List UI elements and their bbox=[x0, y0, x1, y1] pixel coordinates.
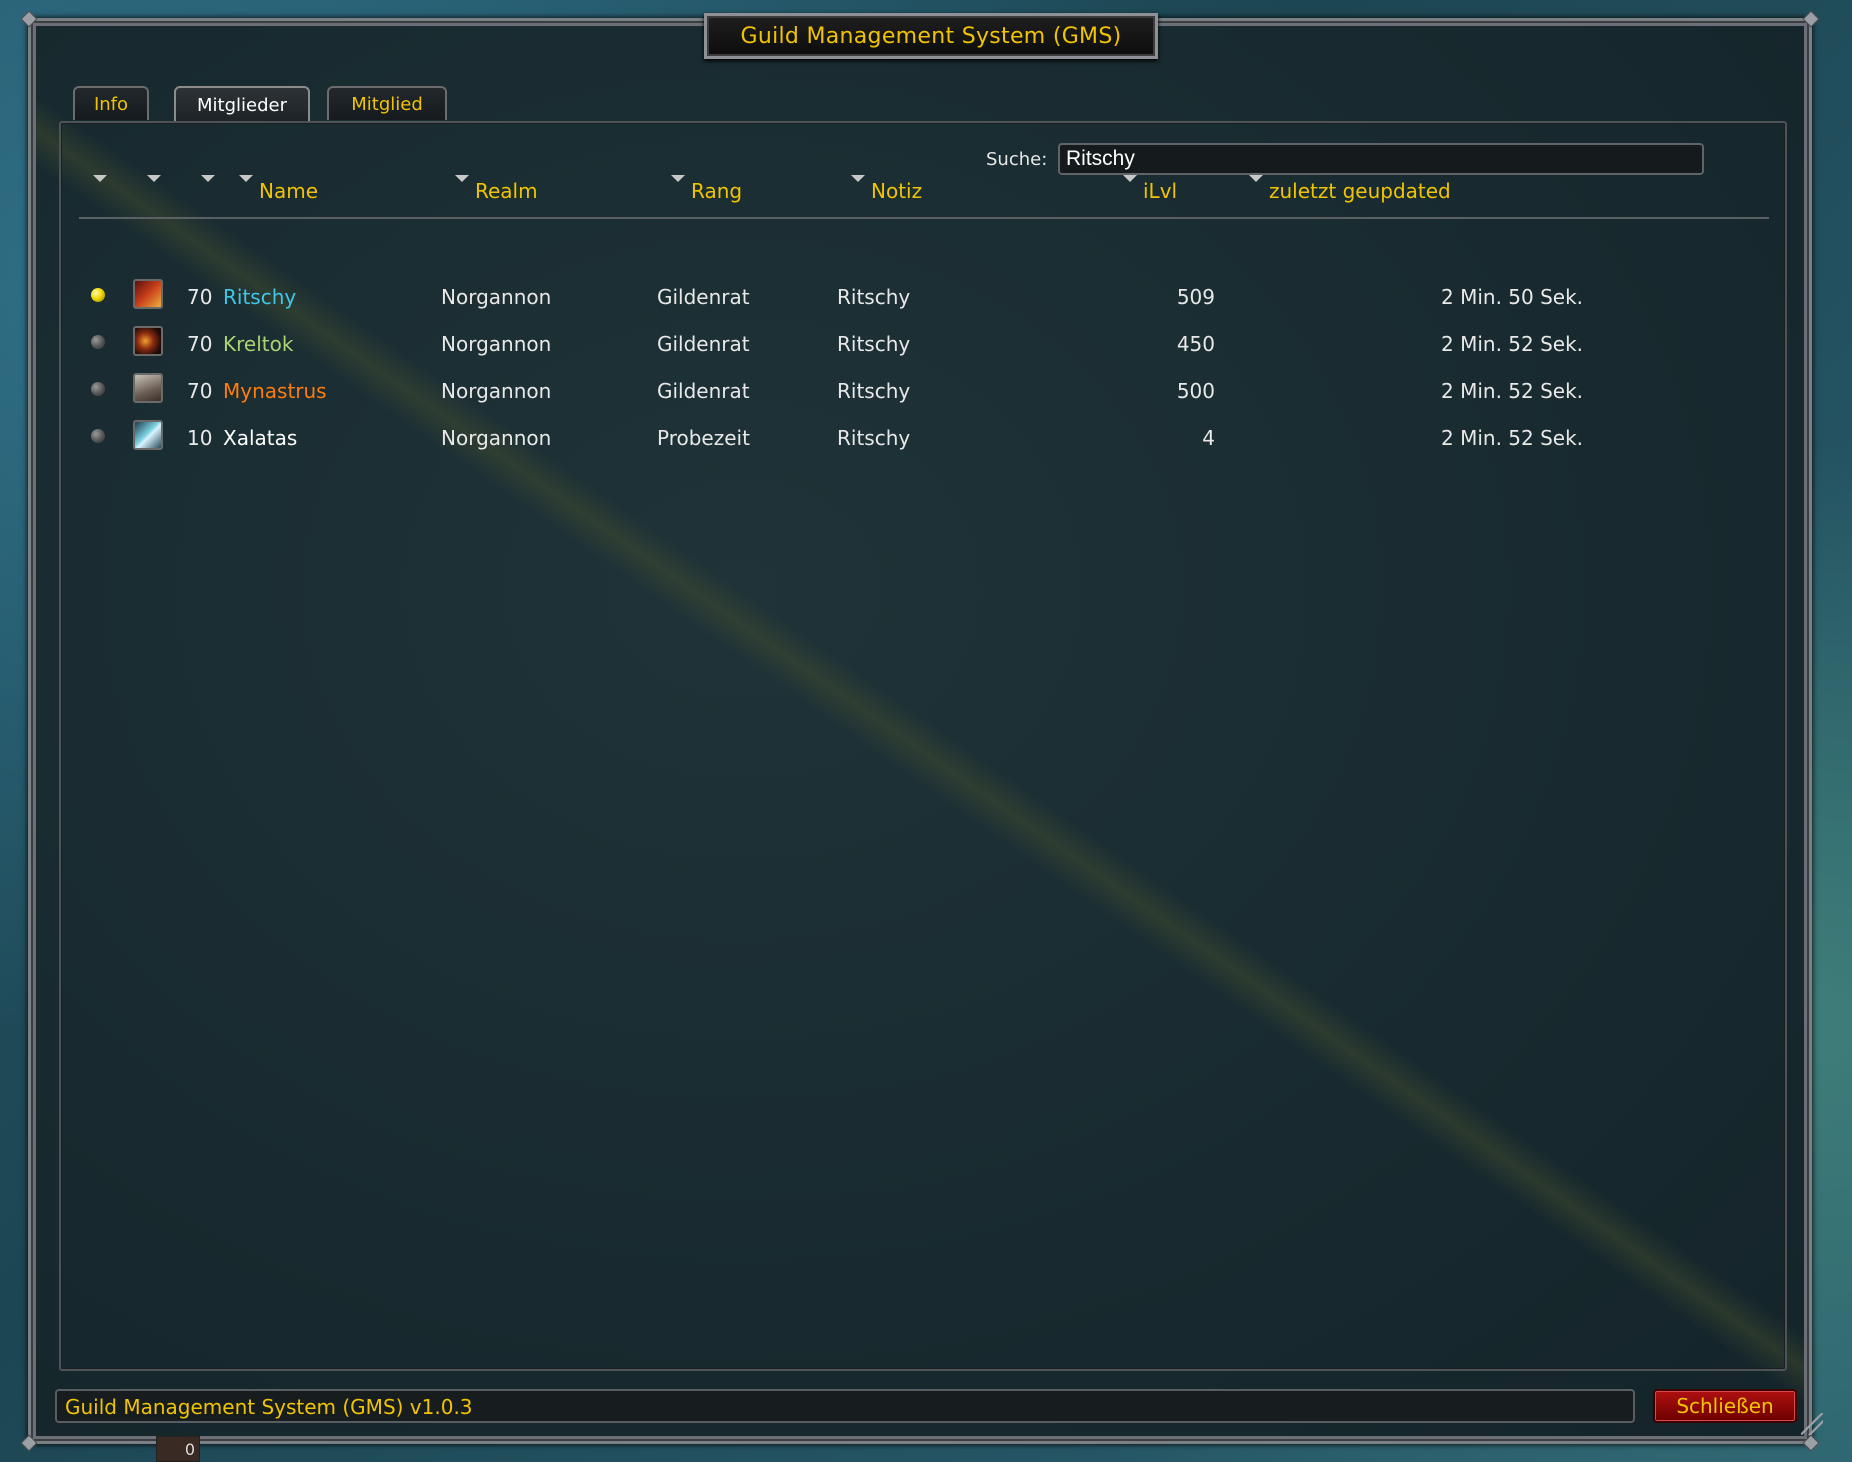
sort-note-button[interactable]: Notiz bbox=[851, 171, 922, 203]
member-rank: Probezeit bbox=[657, 426, 750, 450]
window-title-text: Guild Management System (GMS) bbox=[740, 23, 1122, 49]
member-note: Ritschy bbox=[837, 285, 911, 309]
sort-updated-button[interactable]: zuletzt geupdated bbox=[1249, 171, 1451, 203]
sort-arrow-icon bbox=[1123, 175, 1137, 182]
member-name: Kreltok bbox=[223, 332, 294, 356]
member-realm: Norgannon bbox=[441, 426, 552, 450]
frame-corner bbox=[20, 1434, 38, 1452]
header-divider bbox=[79, 217, 1769, 219]
member-ilvl: 509 bbox=[1176, 285, 1215, 309]
column-note-label: Notiz bbox=[871, 179, 923, 203]
sort-arrow-icon bbox=[671, 175, 685, 182]
druid-icon bbox=[133, 373, 163, 403]
member-realm: Norgannon bbox=[441, 379, 552, 403]
sort-arrow-icon bbox=[455, 175, 469, 182]
member-level: 70 bbox=[187, 332, 213, 356]
member-updated: 2 Min. 52 Sek. bbox=[1441, 332, 1584, 356]
member-note: Ritschy bbox=[837, 332, 911, 356]
frame-corner bbox=[1802, 10, 1820, 28]
offline-status-icon bbox=[91, 335, 105, 349]
online-status-icon bbox=[91, 288, 105, 302]
member-row[interactable]: 10 Xalatas Norgannon Probezeit Ritschy 4… bbox=[79, 418, 1769, 458]
column-realm-label: Realm bbox=[475, 179, 538, 203]
member-rank: Gildenrat bbox=[657, 285, 750, 309]
member-ilvl: 450 bbox=[1176, 332, 1215, 356]
member-note: Ritschy bbox=[837, 379, 911, 403]
member-name: Mynastrus bbox=[223, 379, 327, 403]
column-name-label: Name bbox=[259, 179, 319, 203]
member-realm: Norgannon bbox=[441, 285, 552, 309]
status-bar: Guild Management System (GMS) v1.0.3 bbox=[55, 1389, 1635, 1423]
sort-name-button[interactable]: Name bbox=[239, 171, 318, 203]
member-level: 10 bbox=[187, 426, 213, 450]
tab-mitglied[interactable]: Mitglied bbox=[327, 86, 447, 120]
member-updated: 2 Min. 52 Sek. bbox=[1441, 426, 1584, 450]
gms-window: Guild Management System (GMS) Info Mitgl… bbox=[20, 10, 1823, 1452]
sort-arrow-icon bbox=[201, 175, 215, 182]
sort-arrow-icon bbox=[147, 175, 161, 182]
member-rank: Gildenrat bbox=[657, 379, 750, 403]
sort-arrow-icon bbox=[239, 175, 253, 182]
offline-status-icon bbox=[91, 382, 105, 396]
frame-corner bbox=[20, 10, 38, 28]
tab-mitglieder[interactable]: Mitglieder bbox=[174, 86, 310, 123]
frame-corner bbox=[1802, 1434, 1820, 1452]
priest-icon bbox=[133, 420, 163, 450]
mage-icon bbox=[133, 279, 163, 309]
close-button[interactable]: Schließen bbox=[1653, 1389, 1797, 1423]
version-text: Guild Management System (GMS) v1.0.3 bbox=[65, 1395, 473, 1419]
member-level: 70 bbox=[187, 379, 213, 403]
sort-class-button[interactable] bbox=[147, 171, 167, 182]
sort-rank-button[interactable]: Rang bbox=[671, 171, 742, 203]
member-ilvl: 500 bbox=[1176, 379, 1215, 403]
window-title[interactable]: Guild Management System (GMS) bbox=[704, 13, 1158, 59]
column-updated-label: zuletzt geupdated bbox=[1269, 179, 1451, 203]
member-updated: 2 Min. 50 Sek. bbox=[1441, 285, 1584, 309]
member-row[interactable]: 70 Mynastrus Norgannon Gildenrat Ritschy… bbox=[79, 371, 1769, 411]
member-row[interactable]: 70 Ritschy Norgannon Gildenrat Ritschy 5… bbox=[79, 277, 1769, 317]
hunter-icon bbox=[133, 326, 163, 356]
member-updated: 2 Min. 52 Sek. bbox=[1441, 379, 1584, 403]
bag-counter[interactable]: 0 bbox=[156, 1436, 200, 1462]
sort-arrow-icon bbox=[93, 175, 107, 182]
sort-realm-button[interactable]: Realm bbox=[455, 171, 538, 203]
search-label: Suche: bbox=[986, 149, 1048, 170]
member-row[interactable]: 70 Kreltok Norgannon Gildenrat Ritschy 4… bbox=[79, 324, 1769, 364]
sort-arrow-icon bbox=[851, 175, 865, 182]
sort-online-button[interactable] bbox=[93, 171, 113, 182]
resize-grip-icon[interactable] bbox=[1801, 1413, 1823, 1435]
member-realm: Norgannon bbox=[441, 332, 552, 356]
member-level: 70 bbox=[187, 285, 213, 309]
table-header: Name Realm Rang Notiz iLvl zuletzt geupd… bbox=[79, 171, 1769, 211]
member-name: Xalatas bbox=[223, 426, 298, 450]
column-ilvl-label: iLvl bbox=[1143, 179, 1178, 203]
member-note: Ritschy bbox=[837, 426, 911, 450]
member-ilvl: 4 bbox=[1202, 426, 1215, 450]
sort-arrow-icon bbox=[1249, 175, 1263, 182]
member-rank: Gildenrat bbox=[657, 332, 750, 356]
offline-status-icon bbox=[91, 429, 105, 443]
column-rank-label: Rang bbox=[691, 179, 743, 203]
sort-level-button[interactable] bbox=[201, 171, 221, 182]
tab-info[interactable]: Info bbox=[73, 86, 149, 120]
member-name: Ritschy bbox=[223, 285, 297, 309]
sort-ilvl-button[interactable]: iLvl bbox=[1123, 171, 1177, 203]
